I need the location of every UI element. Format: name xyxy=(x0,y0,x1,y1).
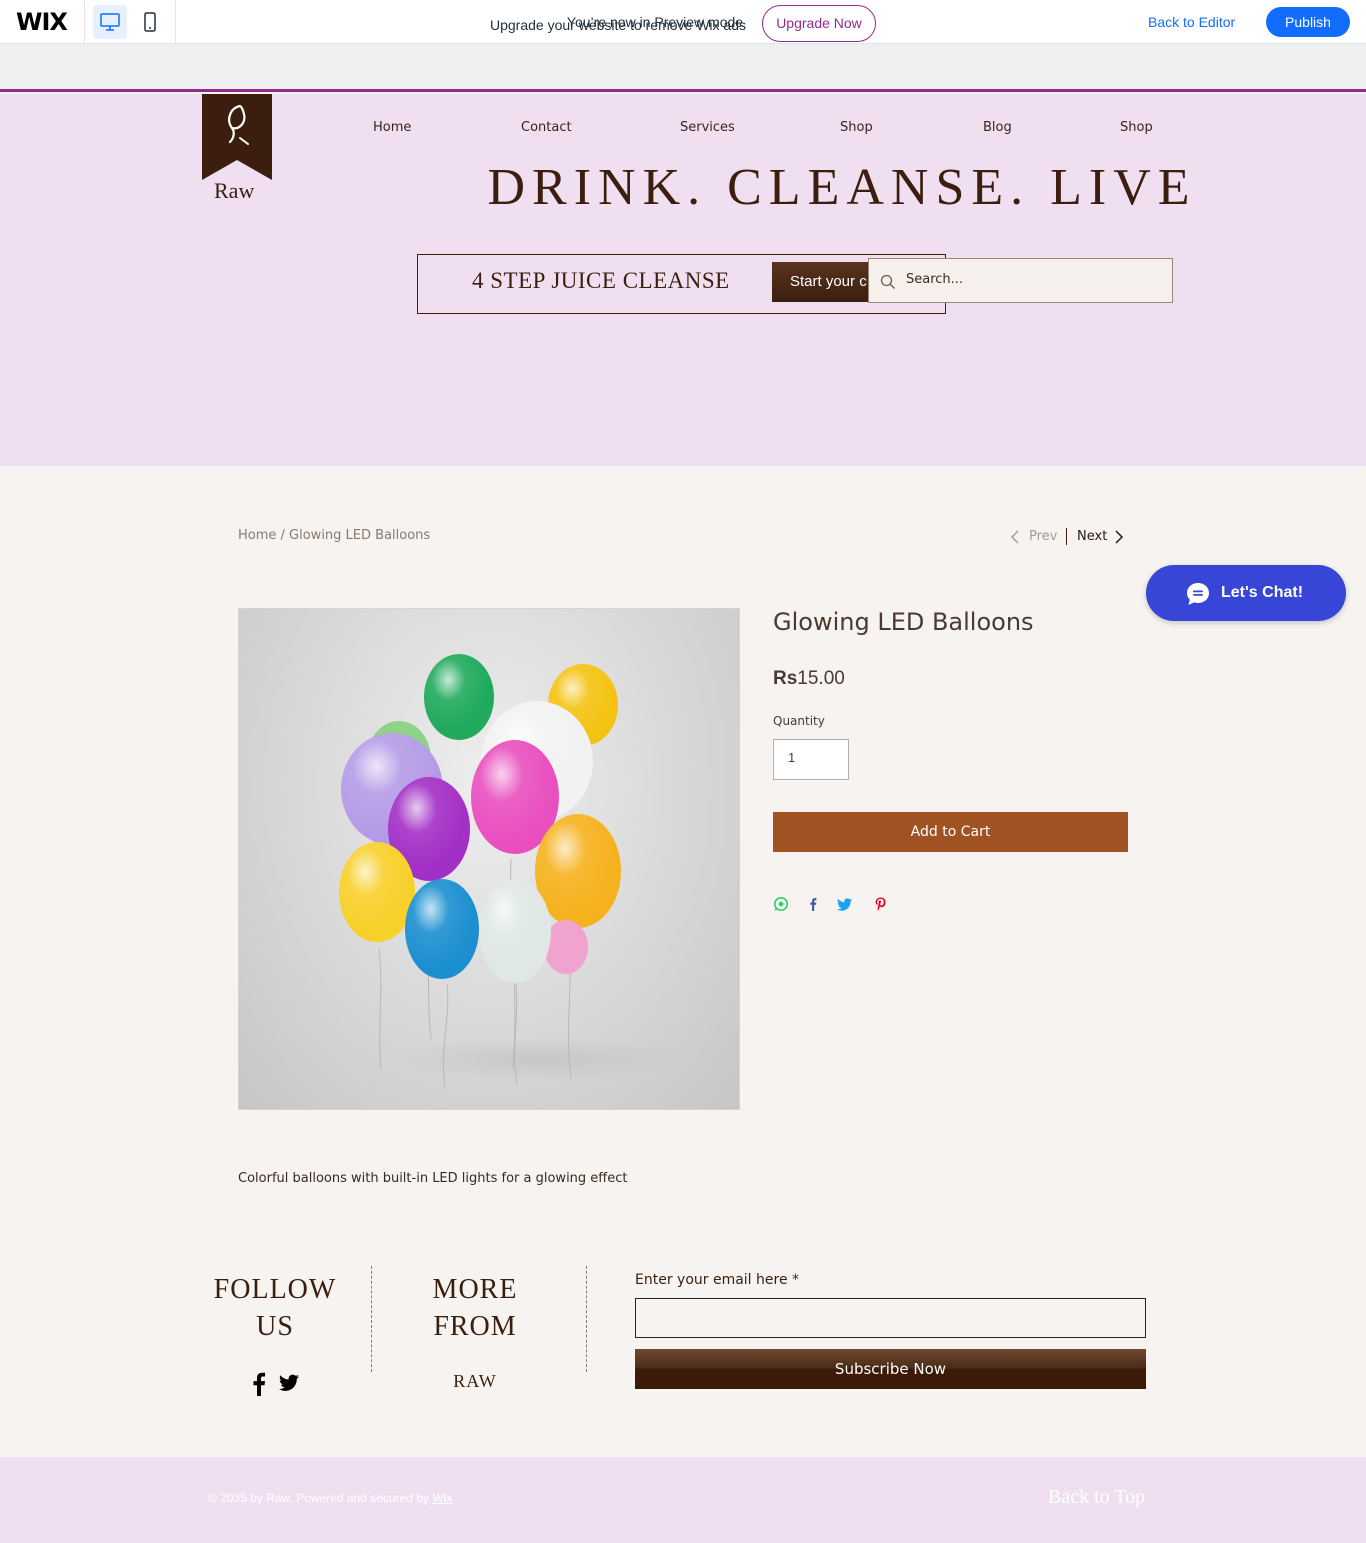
product-description: Colorful balloons with built-in LED ligh… xyxy=(238,1171,628,1186)
prev-link[interactable]: Prev xyxy=(1029,529,1057,544)
nav-home[interactable]: Home xyxy=(373,120,411,135)
breadcrumb-home[interactable]: Home xyxy=(238,528,276,543)
bottom-footer xyxy=(0,1457,1366,1543)
nav-contact[interactable]: Contact xyxy=(521,120,572,135)
hero-title: 4 STEP JUICE CLEANSE xyxy=(472,268,730,293)
back-to-top-link[interactable]: Back to Top xyxy=(1048,1486,1145,1509)
copyright-text: © 2035 by Raw. Powered and secured by Wi… xyxy=(208,1491,452,1505)
quantity-label: Quantity xyxy=(773,714,825,728)
follow-us-heading: FOLLOW US xyxy=(205,1271,345,1345)
email-input[interactable] xyxy=(635,1298,1146,1338)
next-chevron-icon[interactable] xyxy=(1114,529,1124,550)
nav-shop-2[interactable]: Shop xyxy=(1120,120,1153,135)
price-value: 15.00 xyxy=(797,668,845,689)
copyright-label: © 2035 by Raw. Powered and secured by xyxy=(208,1491,433,1505)
follow-line-2: US xyxy=(256,1311,294,1342)
publish-button[interactable]: Publish xyxy=(1266,7,1350,37)
breadcrumb-current: Glowing LED Balloons xyxy=(289,528,431,543)
lets-chat-label[interactable]: Let's Chat! xyxy=(1221,584,1303,602)
nav-blog[interactable]: Blog xyxy=(983,120,1012,135)
email-label: Enter your email here * xyxy=(635,1272,800,1288)
pinterest-icon[interactable] xyxy=(873,896,889,912)
more-line-1: MORE xyxy=(432,1274,518,1305)
twitter-icon[interactable] xyxy=(279,1374,299,1392)
breadcrumb: Home / Glowing LED Balloons xyxy=(238,528,430,543)
upgrade-now-button[interactable]: Upgrade Now xyxy=(762,5,876,42)
facebook-icon[interactable] xyxy=(805,896,821,912)
twitter-icon[interactable] xyxy=(837,896,853,912)
prev-next-divider xyxy=(1066,528,1067,545)
follow-line-1: FOLLOW xyxy=(213,1274,337,1305)
add-to-cart-button[interactable]: Add to Cart xyxy=(773,812,1128,852)
whatsapp-icon[interactable] xyxy=(773,896,789,912)
upgrade-banner-text: Upgrade your website to remove Wix ads xyxy=(490,17,746,33)
nav-services[interactable]: Services xyxy=(680,120,735,135)
footer-divider xyxy=(586,1266,587,1372)
product-title: Glowing LED Balloons xyxy=(773,608,1034,636)
subscribe-now-button[interactable]: Subscribe Now xyxy=(635,1349,1146,1389)
product-price: Rs15.00 xyxy=(773,668,845,690)
search-icon xyxy=(880,274,895,289)
product-image[interactable] xyxy=(238,608,740,1110)
headline: DRINK. CLEANSE. LIVE xyxy=(487,159,1197,216)
back-to-editor-link[interactable]: Back to Editor xyxy=(1148,14,1235,30)
footer-divider xyxy=(371,1266,372,1372)
balloons-illustration xyxy=(339,654,689,1088)
more-line-2: FROM xyxy=(433,1311,517,1342)
facebook-icon[interactable] xyxy=(252,1372,266,1396)
start-cleanse-button[interactable]: Start your c xyxy=(772,262,872,302)
currency-symbol: Rs xyxy=(773,668,798,689)
prev-chevron-icon[interactable] xyxy=(1010,529,1020,550)
more-from-heading: MORE FROM xyxy=(405,1271,545,1345)
next-link[interactable]: Next xyxy=(1077,529,1107,544)
chat-bubble-icon xyxy=(1187,583,1209,605)
nav-shop[interactable]: Shop xyxy=(840,120,873,135)
quantity-input[interactable]: 1 xyxy=(773,739,849,780)
upgrade-banner xyxy=(0,44,1366,92)
search-input[interactable]: Search... xyxy=(906,272,963,287)
more-from-raw-link[interactable]: RAW xyxy=(405,1371,545,1392)
breadcrumb-separator: / xyxy=(276,528,290,543)
wix-link[interactable]: Wix xyxy=(432,1491,452,1505)
